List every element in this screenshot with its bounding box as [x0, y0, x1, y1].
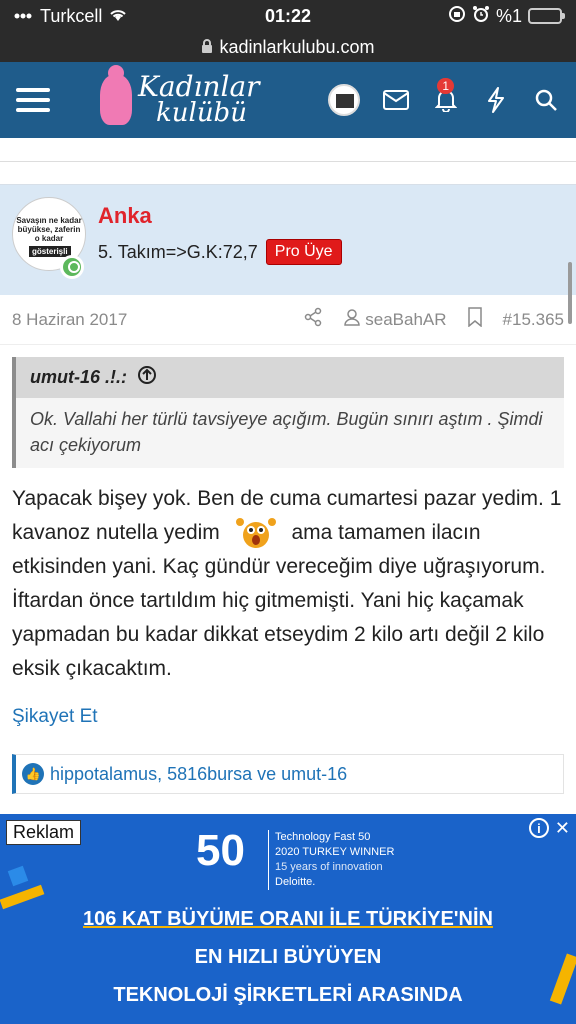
ad-headline: 106 KAT BÜYÜME ORANI İLE TÜRKİYE'NİN EN …: [0, 900, 576, 1014]
post-user-header: Savaşın ne kadar büyükse, zaferin o kada…: [0, 185, 576, 295]
post-date[interactable]: 8 Haziran 2017: [12, 310, 127, 330]
site-logo[interactable]: Kadınlar kulübü: [100, 65, 260, 128]
poster-username[interactable]: Anka: [98, 203, 342, 229]
status-bar: Turkcell 01:22 %1: [0, 0, 576, 32]
battery-percent: %1: [495, 5, 522, 26]
avatar-caption-2: gösterişli: [29, 246, 71, 257]
avatar-caption: Savaşın ne kadar büyükse, zaferin o kada…: [16, 216, 82, 243]
status-right: %1: [448, 5, 565, 28]
search-icon[interactable]: [532, 86, 560, 114]
lock-icon: [201, 37, 213, 58]
logo-line-1: Kadınlar: [138, 70, 260, 103]
ad-award-line-3: 15 years of innovation: [275, 861, 383, 873]
advertisement-banner[interactable]: Reklam i ✕ 50 Technology Fast 50 2020 TU…: [0, 814, 576, 1024]
url-text: kadinlarkulubu.com: [219, 36, 375, 57]
rotation-lock-icon: [448, 5, 466, 28]
post-meta-row: 8 Haziran 2017 seaBahAR #15.365: [0, 295, 576, 345]
whats-new-icon[interactable]: [482, 86, 510, 114]
forum-post: Savaşın ne kadar büyükse, zaferin o kada…: [0, 184, 576, 829]
like-icon: 👍: [22, 763, 44, 786]
menu-icon[interactable]: [16, 88, 50, 112]
logo-figure-icon: [100, 65, 132, 125]
ad-award-line-2: 2020 TURKEY WINNER: [275, 846, 395, 858]
share-icon[interactable]: [303, 307, 323, 332]
scrollbar[interactable]: [568, 262, 572, 324]
wifi-icon: [108, 6, 128, 27]
tagged-user[interactable]: seaBahAR: [343, 308, 447, 331]
ad-award-line-4: Deloitte.: [275, 876, 316, 888]
ad-headline-line-2: EN HIZLI BÜYÜYEN: [194, 946, 382, 968]
online-status-icon: [60, 255, 84, 279]
quote-author: umut-16 .!.:: [30, 367, 127, 387]
post-message: Yapacak bişey yok. Ben de cuma cumartesi…: [0, 468, 576, 686]
alerts-badge: 1: [437, 78, 454, 94]
post-number[interactable]: #15.365: [503, 310, 564, 330]
report-link[interactable]: Şikayet Et: [0, 686, 576, 728]
pro-member-badge: Pro Üye: [265, 239, 342, 265]
alarm-icon: [472, 5, 490, 28]
signal-icon: [14, 6, 34, 27]
quote-text: Ok. Vallahi her türlü tavsiyeye açığım. …: [30, 409, 543, 455]
jump-to-quote-icon[interactable]: [137, 365, 157, 390]
bookmark-icon[interactable]: [467, 307, 483, 332]
quote-header[interactable]: umut-16 .!.:: [16, 357, 564, 398]
user-avatar[interactable]: [328, 84, 360, 116]
ad-label: Reklam: [6, 820, 82, 845]
tagged-user-name: seaBahAR: [365, 309, 447, 329]
previous-post-edge: [0, 138, 576, 162]
status-left: Turkcell: [14, 6, 128, 27]
inbox-icon[interactable]: [382, 86, 410, 114]
site-header: Kadınlar kulübü 1: [0, 62, 576, 138]
ad-award-line-1: Technology Fast 50: [275, 831, 371, 843]
quote-block: umut-16 .!.: Ok. Vallahi her türlü tavsi…: [12, 357, 564, 468]
ad-info-icon[interactable]: i: [528, 818, 549, 838]
ad-big-number: 50: [196, 826, 245, 875]
reactions-list[interactable]: hippotalamus, 5816bursa ve umut-16: [50, 764, 347, 785]
address-bar[interactable]: kadinlarkulubu.com: [0, 32, 576, 62]
ad-close-icon[interactable]: ✕: [555, 818, 570, 839]
post-message-part-2: ama tamamen ilacın etkisinden yani. Kaç …: [12, 521, 546, 681]
user-title: 5. Takım=>G.K:72,7: [98, 241, 258, 262]
alerts-icon[interactable]: 1: [432, 78, 460, 114]
ad-award-text: Technology Fast 50 2020 TURKEY WINNER 15…: [268, 830, 394, 890]
user-icon: [343, 308, 361, 331]
carrier-name: Turkcell: [40, 5, 103, 26]
reactions-bar[interactable]: 👍 hippotalamus, 5816bursa ve umut-16: [12, 754, 564, 795]
smiley-icon: [234, 516, 278, 550]
ad-headline-line-3: TEKNOLOJİ ŞİRKETLERİ ARASINDA: [113, 984, 463, 1006]
logo-line-2: kulübü: [156, 98, 247, 128]
ad-headline-line-1: 106 KAT BÜYÜME ORANI İLE TÜRKİYE'NİN: [83, 908, 493, 930]
battery-icon: [528, 8, 565, 24]
